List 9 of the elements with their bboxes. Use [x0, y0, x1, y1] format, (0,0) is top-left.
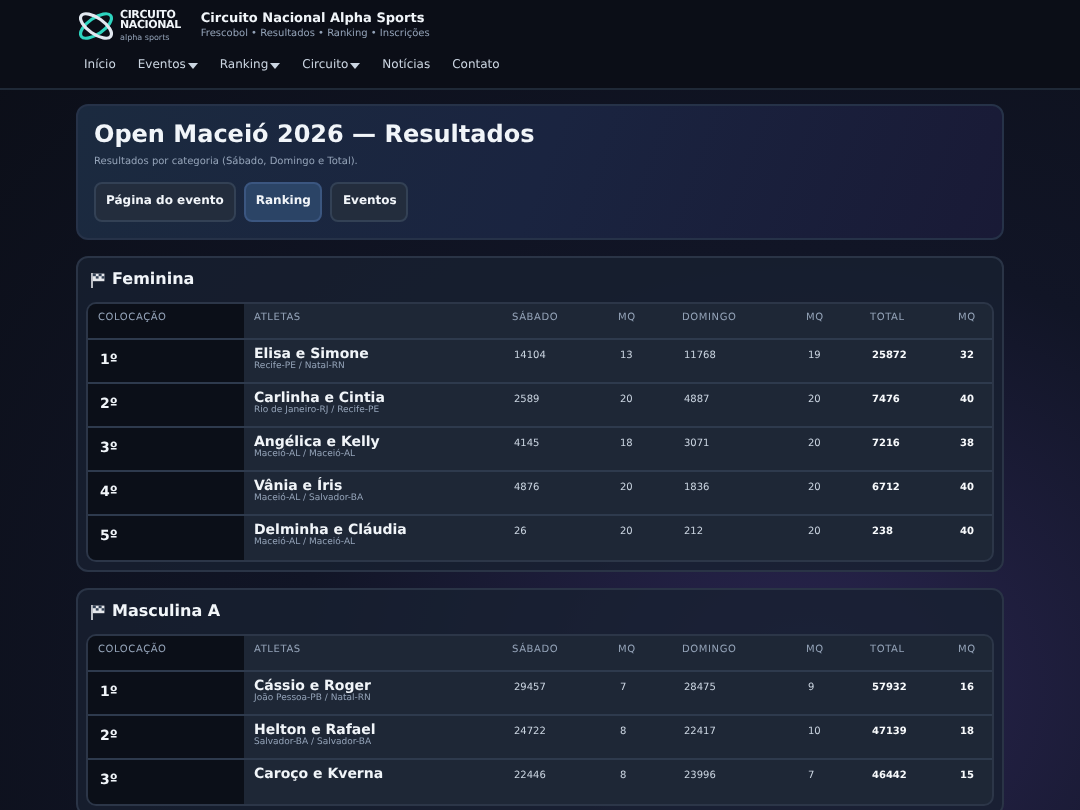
logo-icon — [76, 8, 116, 44]
caret-icon — [187, 61, 198, 69]
caret-icon — [350, 61, 361, 69]
caret-icon — [270, 61, 281, 69]
page-title: Open Maceió 2026 — Resultados — [94, 122, 537, 149]
category-title: Feminina — [112, 267, 195, 292]
flag-icon — [90, 271, 106, 288]
flag-icon — [90, 603, 106, 620]
category-title: Masculina A — [112, 599, 221, 624]
